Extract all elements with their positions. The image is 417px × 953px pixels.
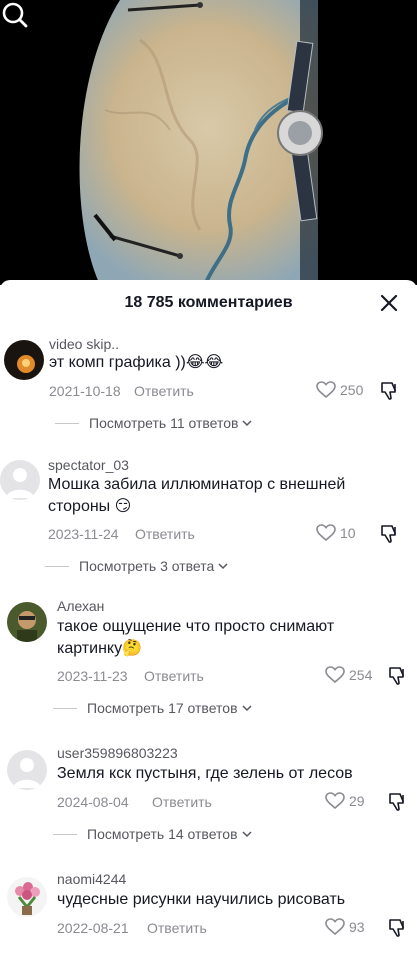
video-player[interactable] — [0, 0, 417, 285]
heart-icon — [316, 381, 336, 399]
reply-button[interactable]: Ответить — [144, 668, 204, 684]
comment-date: 2022-08-21 — [57, 920, 129, 936]
video-frame-earth-from-space — [0, 0, 417, 285]
comment-text: Мошка забила иллюминатор с внешней сторо… — [48, 476, 346, 515]
dislike-icon[interactable] — [379, 523, 401, 545]
like-count: 10 — [340, 525, 356, 541]
view-replies-button[interactable]: Посмотреть 14 ответов — [53, 826, 253, 842]
avatar[interactable] — [7, 750, 47, 790]
like-count: 93 — [349, 919, 365, 935]
username[interactable]: Алехан — [57, 598, 104, 614]
username[interactable]: user359896803223 — [57, 745, 178, 761]
like-count: 29 — [349, 793, 365, 809]
chevron-down-icon — [218, 563, 228, 570]
comment-date: 2023-11-24 — [48, 526, 119, 542]
view-replies-button[interactable]: Посмотреть 17 ответов — [53, 700, 253, 716]
like-count: 250 — [340, 382, 364, 398]
chevron-down-icon — [242, 420, 252, 427]
view-replies-label: Посмотреть 14 ответов — [87, 826, 238, 842]
comment-date: 2023-11-23 — [57, 668, 128, 684]
comment-date: 2024-08-04 — [57, 794, 129, 810]
comments-count-title: 18 785 комментариев — [124, 294, 293, 311]
reply-button[interactable]: Ответить — [152, 794, 212, 810]
like-button[interactable]: 250 — [316, 381, 363, 399]
dislike-icon[interactable] — [387, 665, 409, 687]
username[interactable]: video skip.. — [49, 336, 119, 352]
comment-text: эт комп графика ))😂😂 — [49, 354, 224, 371]
like-button[interactable]: 93 — [325, 918, 365, 936]
avatar[interactable] — [0, 460, 40, 500]
like-button[interactable]: 254 — [325, 666, 372, 684]
dislike-icon[interactable] — [387, 917, 409, 939]
heart-icon — [325, 918, 345, 936]
comment-date: 2021-10-18 — [49, 383, 121, 399]
view-replies-label: Посмотреть 11 ответов — [89, 415, 239, 431]
chevron-down-icon — [241, 831, 252, 838]
heart-icon — [325, 792, 345, 810]
heart-icon — [325, 666, 345, 684]
avatar[interactable] — [4, 340, 44, 380]
comment-text: Земля кск пустыня, где зелень от лесов — [57, 765, 353, 782]
heart-icon — [316, 524, 336, 542]
view-replies-button[interactable]: Посмотреть 11 ответов — [55, 415, 253, 431]
view-replies-label: Посмотреть 3 ответа — [79, 558, 215, 574]
search-icon[interactable] — [0, 0, 30, 30]
avatar[interactable] — [7, 877, 47, 917]
username[interactable]: spectator_03 — [48, 457, 129, 473]
reply-button[interactable]: Ответить — [134, 383, 194, 399]
comments-header: 18 785 комментариев — [0, 280, 417, 328]
reply-button[interactable]: Ответить — [147, 920, 207, 936]
like-button[interactable]: 29 — [325, 792, 365, 810]
like-count: 254 — [349, 667, 373, 683]
dislike-icon[interactable] — [379, 380, 401, 402]
view-replies-label: Посмотреть 17 ответов — [87, 700, 238, 716]
avatar[interactable] — [7, 602, 47, 642]
comment-text: такое ощущение что просто снимают картин… — [57, 618, 335, 657]
chevron-down-icon — [241, 705, 252, 712]
comment-text: чудесные рисунки научились рисовать — [57, 891, 346, 908]
reply-button[interactable]: Ответить — [135, 526, 195, 542]
username[interactable]: naomi4244 — [57, 871, 126, 887]
view-replies-button[interactable]: Посмотреть 3 ответа — [45, 558, 229, 574]
dislike-icon[interactable] — [387, 791, 409, 813]
like-button[interactable]: 10 — [316, 524, 356, 542]
close-icon[interactable] — [377, 291, 401, 315]
